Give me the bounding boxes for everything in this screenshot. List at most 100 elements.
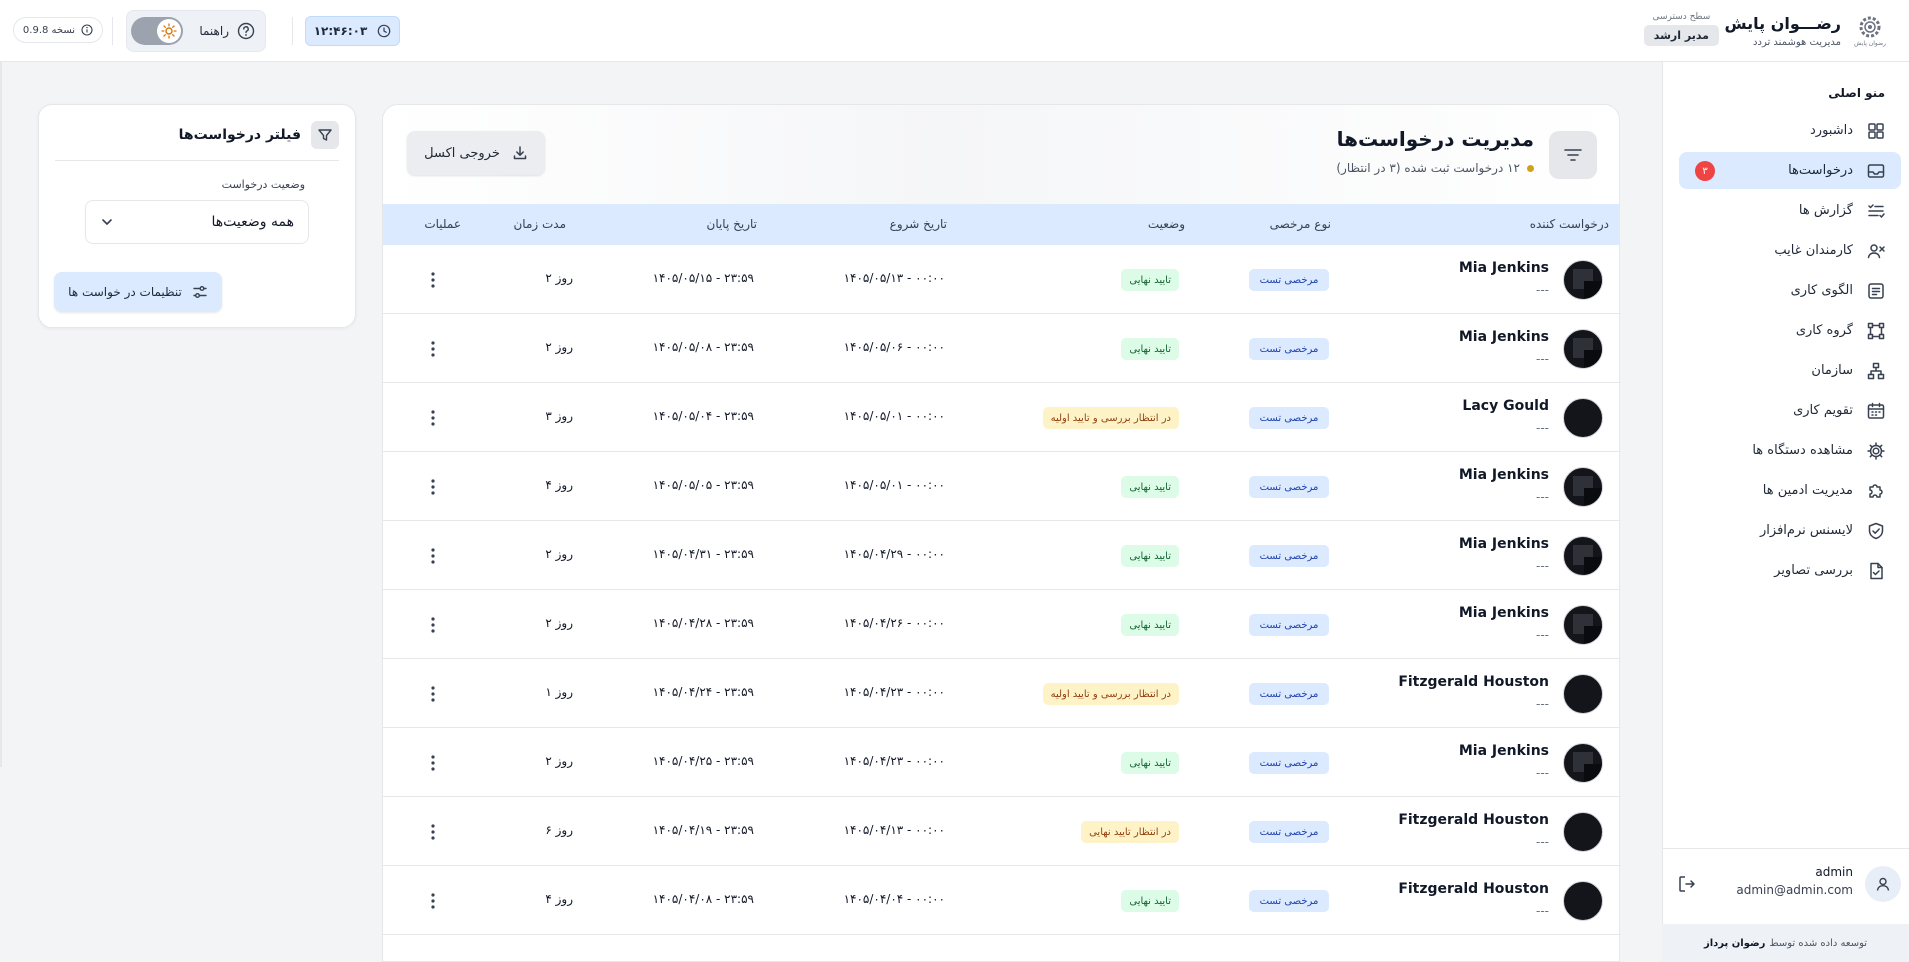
column-status[interactable]: وضعیت [1148,217,1185,231]
row-actions-button[interactable] [423,612,443,638]
status-badge: در انتظار بررسی و تایید اولیه [1042,683,1179,705]
clock-time: ۱۲:۴۶:۰۳ [313,24,368,38]
requester-extra: --- [1536,904,1549,918]
start-date: ۱۴۰۵/۰۴/۱۳ - ۰۰:۰۰ [843,823,945,837]
logout-button[interactable] [1673,870,1701,898]
row-actions-button[interactable] [423,819,443,845]
sidebar-item-group[interactable]: گروه کاری [1679,312,1901,349]
help-button[interactable]: راهنما [199,22,255,40]
row-actions-button[interactable] [423,267,443,293]
request-settings-button[interactable]: تنظیمات در خواست ها [54,272,222,312]
status-badge: در انتظار تایید نهایی [1081,821,1179,843]
column-requester[interactable]: درخواست کننده [1530,217,1609,231]
brand[interactable]: رضوان پایش رضـــوان پایش مدیریت هوشمند ت… [1725,10,1887,52]
table-row[interactable]: Mia Jenkins --- مرخصی تست تایید نهایی ۱۴۰۵/۰… [383,590,1619,659]
sidebar-item-pattern[interactable]: الگوی کاری [1679,272,1901,309]
duration: ۲ روز [545,547,573,561]
user-profile[interactable]: admin admin@admin.com [1673,862,1901,906]
column-start[interactable]: تاریخ شروع [890,217,947,231]
page-subtitle: ۱۲ درخواست ثبت شده (۳ در انتظار) [1336,161,1534,175]
dashboard-grid-icon [1865,120,1887,142]
table-row[interactable]: Lacy Gould --- مرخصی تست در انتظار بررسی و … [383,383,1619,452]
sidebar-item-calendar[interactable]: تقویم کاری [1679,392,1901,429]
requester-name: Mia Jenkins [1458,605,1549,621]
sidebar-item-inbox[interactable]: درخواست‌ها ۳ [1679,152,1901,189]
sidebar-item-org-chart[interactable]: سازمان [1679,352,1901,389]
leave-type-badge: مرخصی تست [1249,683,1329,705]
export-excel-button[interactable]: خروجی اکسل [407,131,545,175]
chevron-down-icon [102,219,112,225]
sidebar-item-label: سازمان [1811,363,1853,378]
filter-lines-icon [1549,131,1597,179]
theme-toggle-knob [157,19,181,43]
version-text: نسخه 0.9.8 [22,24,76,36]
sidebar-item-label: گزارش ها [1798,203,1853,218]
pending-dot [1527,164,1534,172]
requester-name: Fitzgerald Houston [1398,881,1549,897]
info-icon [81,24,93,36]
logo-gear-icon [1859,16,1881,38]
requester-extra: --- [1536,835,1549,849]
status-badge: تایید نهایی [1121,545,1179,567]
row-actions-button[interactable] [423,474,443,500]
end-date: ۱۴۰۵/۰۴/۲۵ - ۲۳:۵۹ [652,754,754,768]
sidebar-item-puzzle[interactable]: مدیریت ادمین ها [1679,472,1901,509]
kebab-menu-icon [431,272,435,288]
requester-extra: --- [1536,352,1549,366]
report-list-icon [1865,200,1887,222]
header-divider [292,17,293,45]
status-badge: تایید نهایی [1121,476,1179,498]
row-actions-button[interactable] [423,681,443,707]
start-date: ۱۴۰۵/۰۵/۰۱ - ۰۰:۰۰ [843,409,945,423]
status-badge: تایید نهایی [1121,752,1179,774]
sidebar-nav: داشبورد درخواست‌ها ۳ گزارش ها کارمندان غایب ا… [1679,112,1901,592]
sidebar-item-label: درخواست‌ها [1788,163,1853,178]
status-filter-select[interactable]: همه وضعیت‌ها [85,200,309,244]
sidebar-item-file-check[interactable]: بررسی تصاویر [1679,552,1901,589]
requests-card: مدیریت درخواست‌ها ۱۲ درخواست ثبت شده (۳ … [382,104,1620,962]
sidebar-item-dashboard-grid[interactable]: داشبورد [1679,112,1901,149]
top-header: رضوان پایش رضـــوان پایش مدیریت هوشمند ت… [0,0,1909,62]
kebab-menu-icon [431,410,435,426]
status-badge: تایید نهایی [1121,890,1179,912]
table-row[interactable]: Mia Jenkins --- مرخصی تست تایید نهایی ۱۴۰۵/۰… [383,245,1619,314]
export-excel-label: خروجی اکسل [424,145,500,161]
table-row[interactable]: Fitzgerald Houston --- مرخصی تست در انتظار … [383,659,1619,728]
leave-type-badge: مرخصی تست [1249,338,1329,360]
table-row[interactable]: Fitzgerald Houston --- مرخصی تست تایید نهای… [383,866,1619,935]
kebab-menu-icon [431,824,435,840]
column-end[interactable]: تاریخ پایان [707,217,758,231]
start-date: ۱۴۰۵/۰۴/۲۹ - ۰۰:۰۰ [843,547,945,561]
row-actions-button[interactable] [423,336,443,362]
end-date: ۱۴۰۵/۰۵/۰۸ - ۲۳:۵۹ [652,340,754,354]
row-actions-button[interactable] [423,543,443,569]
avatar [1563,260,1603,300]
sidebar-item-shield-check[interactable]: لایسنس نرم‌افزار [1679,512,1901,549]
row-actions-button[interactable] [423,888,443,914]
sidebar-item-report-list[interactable]: گزارش ها [1679,192,1901,229]
row-actions-button[interactable] [423,750,443,776]
table-row[interactable]: Mia Jenkins --- مرخصی تست تایید نهایی ۱۴۰۵/۰… [383,314,1619,383]
theme-toggle[interactable] [131,17,183,45]
leave-type-badge: مرخصی تست [1249,476,1329,498]
table-row[interactable]: Mia Jenkins --- مرخصی تست تایید نهایی ۱۴۰۵/۰… [383,452,1619,521]
clock-display: ۱۲:۴۶:۰۳ [305,16,400,46]
device-gear-icon [1865,440,1887,462]
avatar [1563,605,1603,645]
filter-divider [55,160,339,161]
table-row[interactable]: Mia Jenkins --- مرخصی تست تایید نهایی ۱۴۰۵/۰… [383,521,1619,590]
column-duration[interactable]: مدت زمان [513,217,566,231]
requester-extra: --- [1536,559,1549,573]
end-date: ۱۴۰۵/۰۴/۱۹ - ۲۳:۵۹ [652,823,754,837]
column-type[interactable]: نوع مرخصی [1270,217,1331,231]
table-row[interactable]: Mia Jenkins --- مرخصی تست تایید نهایی ۱۴۰۵/۰… [383,728,1619,797]
sidebar-item-user-x[interactable]: کارمندان غایب [1679,232,1901,269]
status-badge: تایید نهایی [1121,269,1179,291]
start-date: ۱۴۰۵/۰۵/۰۶ - ۰۰:۰۰ [843,340,945,354]
sidebar-item-device-gear[interactable]: مشاهده دستگاه ها [1679,432,1901,469]
kebab-menu-icon [431,479,435,495]
avatar [1563,881,1603,921]
row-actions-button[interactable] [423,405,443,431]
table-row[interactable]: Fitzgerald Houston --- مرخصی تست در انتظار … [383,797,1619,866]
requester-name: Lacy Gould [1462,398,1549,414]
